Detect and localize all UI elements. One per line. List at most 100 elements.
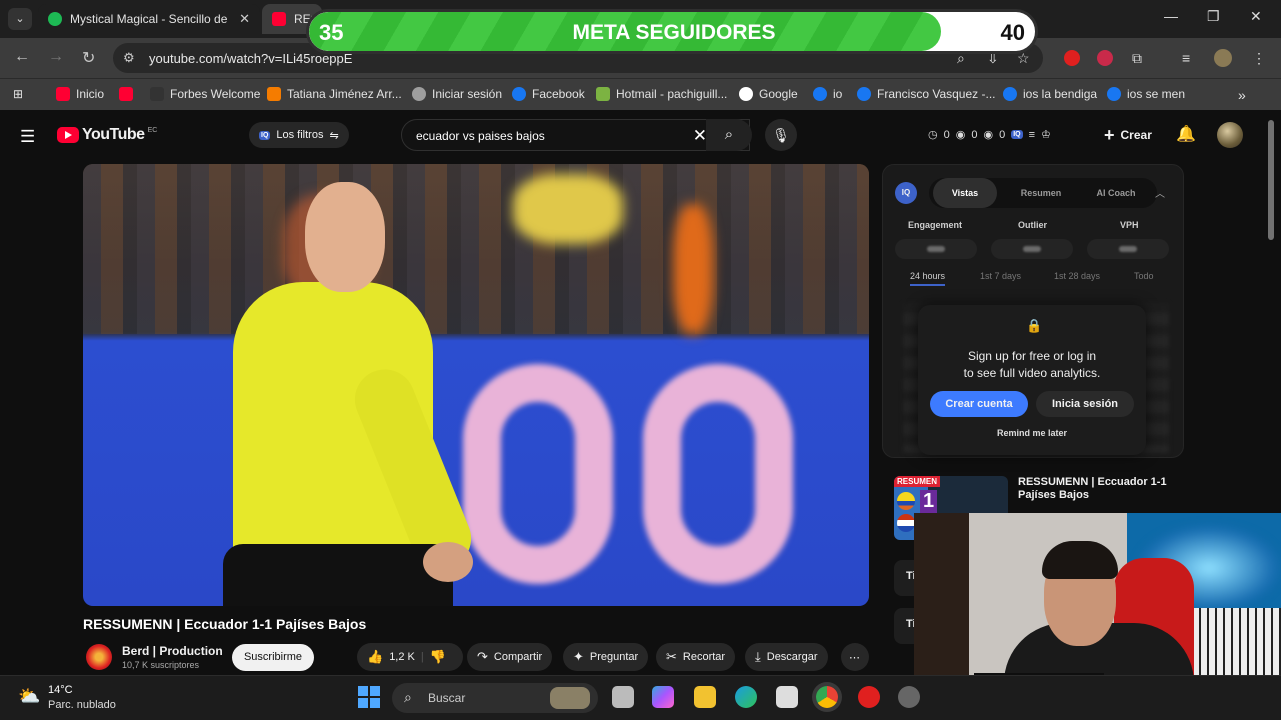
- tab-search-button[interactable]: ⌄: [8, 8, 32, 30]
- bookmark-facebook[interactable]: Facebook: [512, 87, 585, 101]
- subscribe-button[interactable]: Suscribirme: [232, 644, 314, 671]
- sliders-icon: ⇋: [329, 129, 339, 142]
- minimize-icon[interactable]: —: [1164, 8, 1178, 24]
- tab-resumen[interactable]: Resumen: [1009, 178, 1073, 208]
- copilot-icon[interactable]: [652, 686, 674, 708]
- range-28-days[interactable]: 1st 28 days: [1054, 271, 1100, 281]
- voice-search-button[interactable]: 🎙: [765, 119, 797, 151]
- search-input[interactable]: ecuador vs paises bajos ✕: [401, 119, 750, 151]
- file-explorer-icon[interactable]: [694, 686, 716, 708]
- taskbar-search[interactable]: ⌕ Buscar: [392, 683, 598, 713]
- windows-start-icon[interactable]: [358, 686, 380, 708]
- notifications-bell-icon[interactable]: 🔔: [1176, 124, 1196, 144]
- create-account-button[interactable]: Crear cuenta: [930, 391, 1028, 417]
- thumbnail-score: 1: [920, 490, 938, 513]
- vidiq-stats: ◷ 0 ◉ 0 ◉ 0 IQ ≡ ♔: [928, 128, 1051, 142]
- profile-avatar[interactable]: [1214, 49, 1232, 67]
- blogger-icon: [267, 87, 281, 101]
- range-7-days[interactable]: 1st 7 days: [980, 271, 1021, 281]
- bookmark-tatiana[interactable]: Tatiana Jiménez Arr...: [267, 87, 402, 101]
- bookmark-ios-se-men[interactable]: ios se men: [1107, 87, 1185, 101]
- apps-grid-icon[interactable]: ⊞: [13, 87, 23, 101]
- close-tab-icon[interactable]: ✕: [239, 11, 250, 27]
- thumbs-up-icon[interactable]: 👍: [367, 649, 383, 665]
- tab-spotify[interactable]: Mystical Magical - Sencillo de S ✕: [38, 4, 260, 34]
- close-window-icon[interactable]: ✕: [1250, 8, 1262, 25]
- account-avatar[interactable]: [1217, 122, 1243, 148]
- bookmark-hotmail[interactable]: Hotmail - pachiguill...: [596, 87, 727, 101]
- tab-vistas[interactable]: Vistas: [933, 178, 997, 208]
- youtube-icon: [119, 87, 133, 101]
- forward-icon[interactable]: →: [48, 48, 64, 66]
- page-scrollbar[interactable]: [1268, 120, 1274, 240]
- clip-button[interactable]: ✂ Recortar: [656, 643, 736, 671]
- bookmark-iniciar-sesion[interactable]: Iniciar sesión: [412, 87, 502, 101]
- range-all[interactable]: Todo: [1134, 271, 1154, 281]
- create-button[interactable]: + Crear: [1104, 124, 1152, 146]
- metric-value-blurred: [991, 239, 1073, 259]
- menu-kebab-icon[interactable]: ⋮: [1252, 50, 1266, 67]
- thumbs-down-icon[interactable]: 👎: [430, 649, 446, 665]
- collapse-chevron-icon[interactable]: ︿: [1155, 185, 1165, 200]
- video-referee-head: [305, 182, 385, 292]
- bookmark-ios-la-bendiga[interactable]: ios la bendiga: [1003, 87, 1097, 101]
- menu-hamburger-icon[interactable]: ☰: [20, 127, 35, 147]
- signup-message: Sign up for free or log in to see full v…: [963, 349, 1101, 380]
- bookmark-forbes[interactable]: Forbes Welcome: [150, 87, 260, 101]
- bookmark-google[interactable]: Google: [739, 87, 798, 101]
- clock-icon: ◷: [928, 129, 938, 141]
- restore-icon[interactable]: ❐: [1207, 8, 1220, 25]
- youtube-logo[interactable]: YouTube EC: [57, 126, 157, 144]
- video-referee-shorts: [223, 544, 453, 606]
- video-player[interactable]: [83, 164, 869, 606]
- remind-later-link[interactable]: Remind me later: [918, 428, 1146, 438]
- more-horizontal-icon: ⋯: [849, 651, 860, 664]
- bookmark-io[interactable]: io: [813, 87, 842, 101]
- site-info-icon[interactable]: ⚙: [123, 50, 135, 66]
- like-count[interactable]: 1,2 K: [389, 651, 415, 663]
- search-query[interactable]: ecuador vs paises bajos: [416, 129, 545, 143]
- youtube-icon: [56, 87, 70, 101]
- media-controls-icon[interactable]: ≡: [1182, 50, 1190, 66]
- bookmark-youtube[interactable]: [119, 87, 133, 101]
- share-button[interactable]: ↷ Compartir: [467, 643, 553, 671]
- edge-icon[interactable]: [735, 686, 757, 708]
- signup-prompt: 🔒 Sign up for free or log in to see full…: [918, 305, 1146, 455]
- search-button[interactable]: ⌕: [706, 119, 752, 151]
- app-icon[interactable]: [898, 686, 920, 708]
- extensions-puzzle-icon[interactable]: ⧉: [1132, 50, 1142, 67]
- list-icon[interactable]: ≡: [1029, 129, 1035, 141]
- channel-avatar[interactable]: [86, 644, 112, 670]
- more-actions-button[interactable]: ⋯: [841, 643, 869, 671]
- opera-icon[interactable]: [858, 686, 880, 708]
- ask-button[interactable]: ✦ Preguntar: [563, 643, 649, 671]
- login-button[interactable]: Inicia sesión: [1036, 391, 1134, 417]
- trophy-icon[interactable]: ♔: [1041, 128, 1051, 141]
- taskbar-search-placeholder: Buscar: [428, 691, 466, 705]
- weather-temperature[interactable]: 14°C: [48, 684, 73, 696]
- weather-status[interactable]: Parc. nublado: [48, 699, 116, 711]
- filters-button[interactable]: IQ Los filtros ⇋: [249, 122, 349, 148]
- tab-ai-coach[interactable]: AI Coach: [1081, 178, 1151, 208]
- bookmark-francisco[interactable]: Francisco Vasquez -...: [857, 87, 996, 101]
- windows-taskbar: ⛅ 14°C Parc. nublado ⌕ Buscar: [0, 675, 1281, 720]
- recommended-title[interactable]: RESSUMENN | Eccuador 1-1 Pajíses Bajos: [1018, 476, 1168, 502]
- more-bookmarks-icon[interactable]: »: [1238, 87, 1246, 103]
- chrome-icon[interactable]: [816, 686, 838, 708]
- vidiq-icon[interactable]: IQ: [1011, 130, 1023, 139]
- metric-vph: VPH: [1120, 220, 1139, 230]
- bookmark-inicio[interactable]: Inicio: [56, 87, 104, 101]
- task-view-icon[interactable]: [612, 686, 634, 708]
- extension-icon[interactable]: [1064, 50, 1080, 66]
- lock-icon: 🔒: [1026, 318, 1043, 333]
- weather-cloud-sun-icon[interactable]: ⛅: [18, 686, 40, 707]
- extension-icon[interactable]: [1097, 50, 1113, 66]
- vidiq-icon: IQ: [259, 130, 271, 140]
- back-icon[interactable]: ←: [14, 48, 30, 66]
- download-button[interactable]: ⤓ Descargar: [745, 643, 828, 671]
- store-icon[interactable]: [776, 686, 798, 708]
- channel-name[interactable]: Berd | Production: [122, 644, 223, 658]
- clear-search-icon[interactable]: ✕: [693, 126, 707, 146]
- reload-icon[interactable]: ↻: [82, 48, 95, 68]
- range-24-hours[interactable]: 24 hours: [910, 271, 946, 286]
